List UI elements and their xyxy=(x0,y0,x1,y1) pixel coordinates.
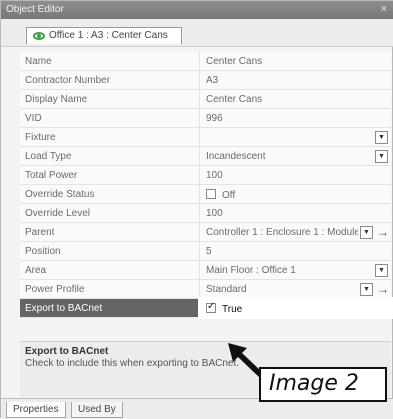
object-editor-window: Object Editor × Office 1 : A3 : Center C… xyxy=(0,0,393,419)
callout-arrow xyxy=(228,343,263,377)
callout-label: Image 2 xyxy=(259,367,387,402)
